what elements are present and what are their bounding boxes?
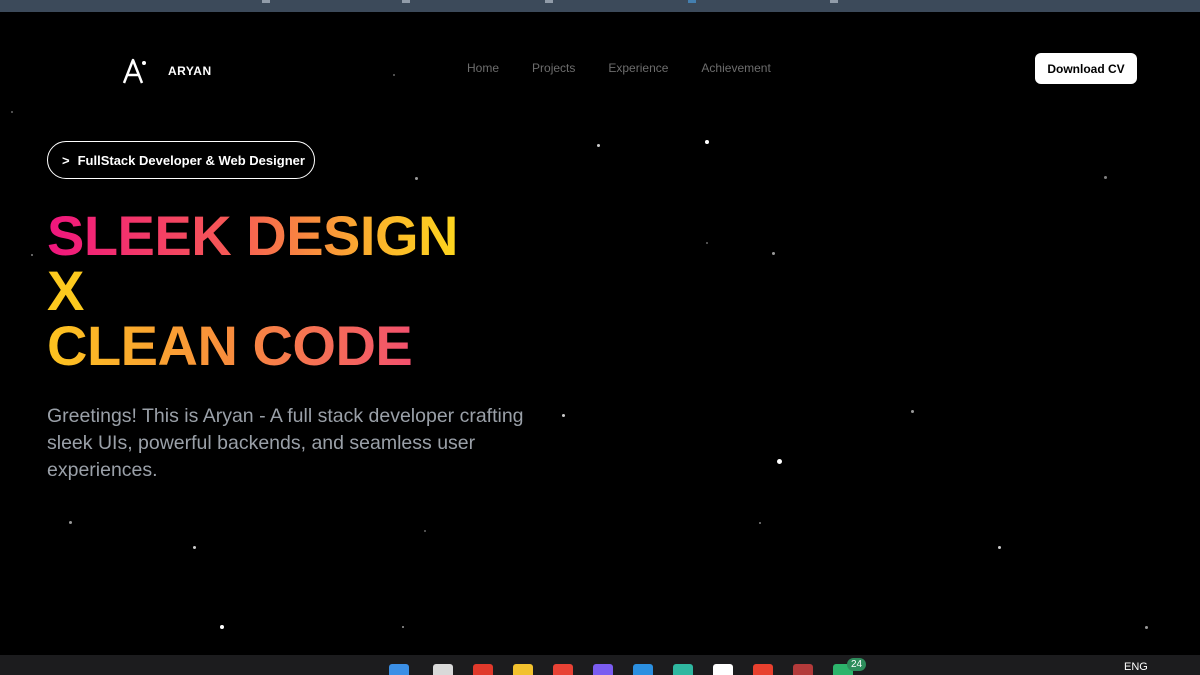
brand-name: ARYAN bbox=[168, 64, 212, 78]
copilot-icon[interactable] bbox=[593, 664, 613, 675]
star bbox=[11, 111, 13, 113]
star bbox=[759, 522, 761, 524]
strip-glyph bbox=[830, 0, 838, 3]
star bbox=[562, 414, 565, 417]
star bbox=[220, 625, 224, 629]
os-taskbar: 24 ENG bbox=[0, 655, 1200, 675]
play-store-icon[interactable] bbox=[713, 664, 733, 675]
star bbox=[31, 254, 33, 256]
app-red-icon[interactable] bbox=[473, 664, 493, 675]
browser-top-strip bbox=[0, 0, 1200, 12]
star bbox=[1104, 176, 1107, 179]
star bbox=[998, 546, 1001, 549]
notification-badge: 24 bbox=[847, 658, 867, 671]
headline-line-2: X bbox=[47, 259, 84, 322]
star bbox=[69, 521, 72, 524]
nav-link-achievement[interactable]: Achievement bbox=[701, 61, 770, 75]
star bbox=[705, 140, 709, 144]
edge-icon[interactable] bbox=[673, 664, 693, 675]
nav-link-home[interactable]: Home bbox=[467, 61, 499, 75]
star bbox=[193, 546, 196, 549]
star bbox=[911, 410, 914, 413]
language-indicator[interactable]: ENG bbox=[1124, 661, 1148, 673]
file-icon[interactable] bbox=[433, 664, 453, 675]
hero-headline: SLEEK DESIGN X CLEAN CODE bbox=[47, 204, 458, 374]
chrome-profile-icon[interactable] bbox=[793, 664, 813, 675]
star bbox=[777, 459, 782, 464]
headline-line-1: SLEEK DESIGN bbox=[47, 204, 458, 267]
hero-section: ARYAN Home Projects Experience Achieveme… bbox=[0, 12, 1200, 655]
nav-link-projects[interactable]: Projects bbox=[532, 61, 575, 75]
download-cv-button[interactable]: Download CV bbox=[1035, 53, 1137, 84]
chevron-right-icon: > bbox=[62, 152, 70, 168]
chrome-icon[interactable] bbox=[553, 664, 573, 675]
star bbox=[1145, 626, 1148, 629]
hero-bio: Greetings! This is Aryan - A full stack … bbox=[47, 405, 524, 481]
strip-glyph bbox=[545, 0, 553, 3]
vscode-icon[interactable] bbox=[633, 664, 653, 675]
star bbox=[393, 74, 395, 76]
star bbox=[415, 177, 418, 180]
nav-link-experience[interactable]: Experience bbox=[608, 61, 668, 75]
strip-glyph bbox=[688, 0, 696, 3]
headline-line-3: CLEAN CODE bbox=[47, 318, 458, 374]
star bbox=[424, 530, 426, 532]
windows-start-icon[interactable] bbox=[389, 664, 409, 675]
strip-glyph bbox=[402, 0, 410, 3]
app-orange-icon[interactable] bbox=[753, 664, 773, 675]
star bbox=[597, 144, 600, 147]
strip-glyph bbox=[262, 0, 270, 3]
role-text: FullStack Developer & Web Designer bbox=[77, 152, 305, 168]
star bbox=[402, 626, 404, 628]
star bbox=[706, 242, 708, 244]
folder-icon[interactable] bbox=[513, 664, 533, 675]
role-badge: > FullStack Developer & Web Designer bbox=[47, 141, 315, 179]
main-nav: Home Projects Experience Achievement bbox=[467, 61, 771, 75]
brand[interactable]: ARYAN bbox=[120, 56, 212, 86]
star bbox=[772, 252, 775, 255]
a-logo-icon bbox=[122, 58, 146, 84]
